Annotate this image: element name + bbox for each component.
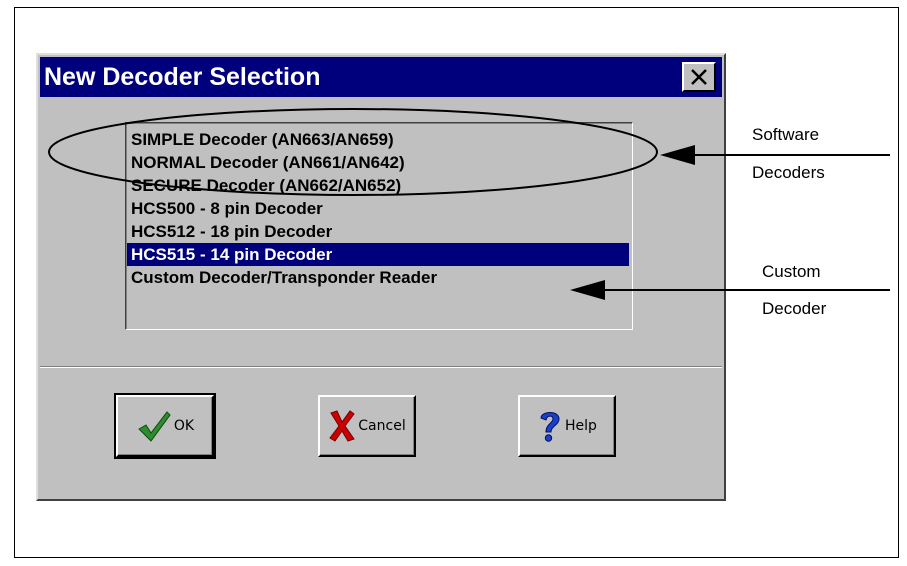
close-icon bbox=[691, 69, 707, 85]
decoder-listbox[interactable]: SIMPLE Decoder (AN663/AN659) NORMAL Deco… bbox=[125, 122, 633, 330]
list-item-secure-decoder[interactable]: SECURE Decoder (AN662/AN652) bbox=[127, 174, 629, 197]
checkmark-icon bbox=[138, 411, 171, 442]
annotation-decoders: Decoders bbox=[752, 163, 825, 182]
list-item-hcs512[interactable]: HCS512 - 18 pin Decoder bbox=[127, 220, 629, 243]
annotation-custom: Custom bbox=[762, 262, 821, 281]
title-bar: New Decoder Selection bbox=[40, 57, 722, 97]
dialog-title: New Decoder Selection bbox=[44, 63, 321, 91]
separator bbox=[40, 366, 722, 368]
list-item-hcs500[interactable]: HCS500 - 8 pin Decoder bbox=[127, 197, 629, 220]
close-button[interactable] bbox=[682, 62, 716, 92]
help-label: Help bbox=[565, 418, 597, 434]
new-decoder-selection-dialog: New Decoder Selection SIMPLE Decoder (AN… bbox=[36, 53, 726, 501]
cancel-label: Cancel bbox=[358, 418, 406, 434]
list-item-normal-decoder[interactable]: NORMAL Decoder (AN661/AN642) bbox=[127, 151, 629, 174]
annotation-software: Software bbox=[752, 125, 820, 144]
list-item-custom-decoder[interactable]: Custom Decoder/Transponder Reader bbox=[127, 266, 629, 289]
ok-button[interactable]: OK bbox=[114, 393, 216, 459]
help-button[interactable]: Help bbox=[518, 395, 616, 457]
red-x-icon bbox=[329, 410, 356, 442]
list-item-simple-decoder[interactable]: SIMPLE Decoder (AN663/AN659) bbox=[127, 128, 629, 151]
cancel-button[interactable]: Cancel bbox=[318, 395, 416, 457]
list-item-hcs515[interactable]: HCS515 - 14 pin Decoder bbox=[127, 243, 629, 266]
annotation-decoder: Decoder bbox=[762, 299, 827, 318]
question-mark-icon bbox=[540, 412, 560, 442]
ok-label: OK bbox=[173, 418, 195, 434]
